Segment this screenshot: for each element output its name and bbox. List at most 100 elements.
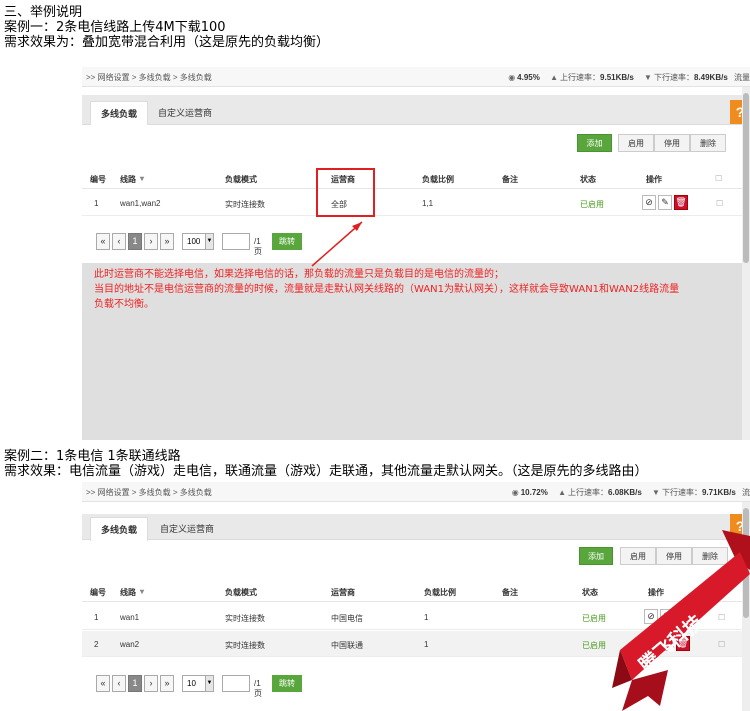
delete-button[interactable]: 删除 xyxy=(690,134,726,152)
ban-icon[interactable]: ⊘ xyxy=(644,636,658,651)
traffic-tail: 流量 xyxy=(734,73,750,82)
cpu-usage: 4.95% xyxy=(517,73,540,82)
page-total: /1页 xyxy=(254,237,262,256)
row-checkbox[interactable]: ☐ xyxy=(716,199,723,208)
sort-icon[interactable]: ▾ xyxy=(140,587,144,596)
row-mode: 实时连接数 xyxy=(225,200,265,209)
enable-button[interactable]: 启用 xyxy=(618,134,654,152)
case1-title: 案例一：2条电信线路上传4M下载100 xyxy=(4,20,226,35)
tab-bar: 多线负载 自定义运营商 xyxy=(82,95,750,125)
next-page-button[interactable]: › xyxy=(144,675,158,692)
ban-icon[interactable]: ⊘ xyxy=(644,609,658,624)
row-isp: 中国电信 xyxy=(331,614,363,623)
col-remark: 备注 xyxy=(502,588,518,597)
cpu-icon: ◉ xyxy=(511,488,519,497)
row-mode: 实时连接数 xyxy=(225,614,265,623)
jump-button[interactable]: 跳转 xyxy=(272,675,302,692)
download-rate: 9.71KB/s xyxy=(701,488,736,497)
current-page[interactable]: 1 xyxy=(128,675,142,692)
row-status: 已启用 xyxy=(580,200,604,209)
jump-button[interactable]: 跳转 xyxy=(272,233,302,250)
page-size-select[interactable]: 100 ▼ xyxy=(182,233,214,250)
edit-icon[interactable]: ✎ xyxy=(660,636,674,651)
prev-page-button[interactable]: ‹ xyxy=(112,675,126,692)
tab-custom-isp[interactable]: 自定义运营商 xyxy=(148,101,222,125)
download-rate: 8.49KB/s xyxy=(693,73,728,82)
enable-button[interactable]: 启用 xyxy=(620,547,656,565)
top-status-bar: >> 网络设置 > 多线负载 > 多线负载 ◉ 10.72% ▲ 上行速率：6.08… xyxy=(82,482,750,502)
disable-button[interactable]: 停用 xyxy=(654,134,690,152)
note-line-3: 负载不均衡。 xyxy=(94,299,154,310)
col-id: 编号 xyxy=(90,588,106,597)
last-page-button[interactable]: » xyxy=(160,233,174,250)
col-line[interactable]: 线路 xyxy=(120,587,136,598)
col-id: 编号 xyxy=(90,175,106,184)
tab-multiline-load[interactable]: 多线负载 xyxy=(90,517,149,541)
col-mode: 负载模式 xyxy=(225,175,257,184)
col-line[interactable]: 线路 xyxy=(120,174,136,185)
upload-label: 上行速率： xyxy=(560,73,601,82)
scrollbar-thumb[interactable] xyxy=(743,508,749,618)
row-mode: 实时连接数 xyxy=(225,641,265,650)
row-checkbox[interactable]: ☐ xyxy=(718,613,725,622)
checkbox-icon[interactable]: ☐ xyxy=(717,587,724,596)
upload-icon: ▲ xyxy=(558,488,567,497)
page-size-value: 100 xyxy=(187,237,201,246)
row-ratio: 1 xyxy=(424,613,429,622)
trash-icon[interactable]: 🗑 xyxy=(676,609,690,624)
page-size-value: 10 xyxy=(187,679,196,688)
download-icon: ▼ xyxy=(644,73,652,82)
first-page-button[interactable]: « xyxy=(96,675,110,692)
current-page[interactable]: 1 xyxy=(128,233,142,250)
download-label: 下行速率： xyxy=(661,488,702,497)
next-page-button[interactable]: › xyxy=(144,233,158,250)
prev-page-button[interactable]: ‹ xyxy=(112,233,126,250)
upload-rate: 6.08KB/s xyxy=(608,488,642,497)
upload-icon: ▲ xyxy=(550,73,559,82)
row-checkbox[interactable]: ☐ xyxy=(718,640,725,649)
checkbox-icon[interactable]: ☐ xyxy=(715,174,722,183)
screenshot-case2: >> 网络设置 > 多线负载 > 多线负载 ◉ 10.72% ▲ 上行速率：6.08… xyxy=(82,482,750,711)
col-ops: 操作 xyxy=(646,175,662,184)
breadcrumb: >> 网络设置 > 多线负载 > 多线负载 xyxy=(86,73,212,82)
scrollbar[interactable] xyxy=(742,502,750,711)
download-icon: ▼ xyxy=(652,488,660,497)
cpu-usage: 10.72% xyxy=(520,488,548,497)
last-page-button[interactable]: » xyxy=(160,675,174,692)
highlight-box xyxy=(316,168,375,217)
scrollbar[interactable] xyxy=(742,87,750,440)
tab-custom-isp[interactable]: 自定义运营商 xyxy=(150,517,224,541)
cpu-icon: ◉ xyxy=(508,73,516,82)
add-button[interactable]: 添加 xyxy=(577,134,612,152)
traffic-tail: 流 xyxy=(742,488,750,497)
screenshot-case1: >> 网络设置 > 多线负载 > 多线负载 ◉ 4.95% ▲ 上行速率：9.51K… xyxy=(82,67,750,440)
row-line: wan1 xyxy=(120,613,140,622)
page-jump-input[interactable] xyxy=(222,233,250,250)
col-remark: 备注 xyxy=(502,175,518,184)
first-page-button[interactable]: « xyxy=(96,233,110,250)
delete-button[interactable]: 删除 xyxy=(692,547,728,565)
sort-icon[interactable]: ▾ xyxy=(140,174,144,183)
breadcrumb: >> 网络设置 > 多线负载 > 多线负载 xyxy=(86,488,212,497)
add-button[interactable]: 添加 xyxy=(579,547,613,565)
row-ratio: 1,1 xyxy=(422,199,434,208)
col-ops: 操作 xyxy=(648,588,664,597)
trash-icon[interactable]: 🗑 xyxy=(676,636,690,651)
row-id: 1 xyxy=(94,199,99,208)
page-jump-input[interactable] xyxy=(222,675,250,692)
row-status: 已启用 xyxy=(582,641,606,650)
upload-rate: 9.51KB/s xyxy=(600,73,634,82)
ban-icon[interactable]: ⊘ xyxy=(642,195,656,210)
note-line-2: 当目的地址不是电信运营商的流量的时候，流量就是走默认网关线路的（WAN1为默认网… xyxy=(94,284,680,295)
disable-button[interactable]: 停用 xyxy=(656,547,692,565)
col-isp: 运营商 xyxy=(331,588,355,597)
edit-icon[interactable]: ✎ xyxy=(660,609,674,624)
edit-icon[interactable]: ✎ xyxy=(658,195,672,210)
scrollbar-thumb[interactable] xyxy=(743,93,749,263)
row-id: 2 xyxy=(94,640,99,649)
page-size-select[interactable]: 10 ▼ xyxy=(182,675,214,692)
trash-icon[interactable]: 🗑 xyxy=(674,195,688,210)
tab-multiline-load[interactable]: 多线负载 xyxy=(90,101,149,125)
row-line: wan1,wan2 xyxy=(120,199,161,208)
col-ratio: 负载比例 xyxy=(422,175,454,184)
